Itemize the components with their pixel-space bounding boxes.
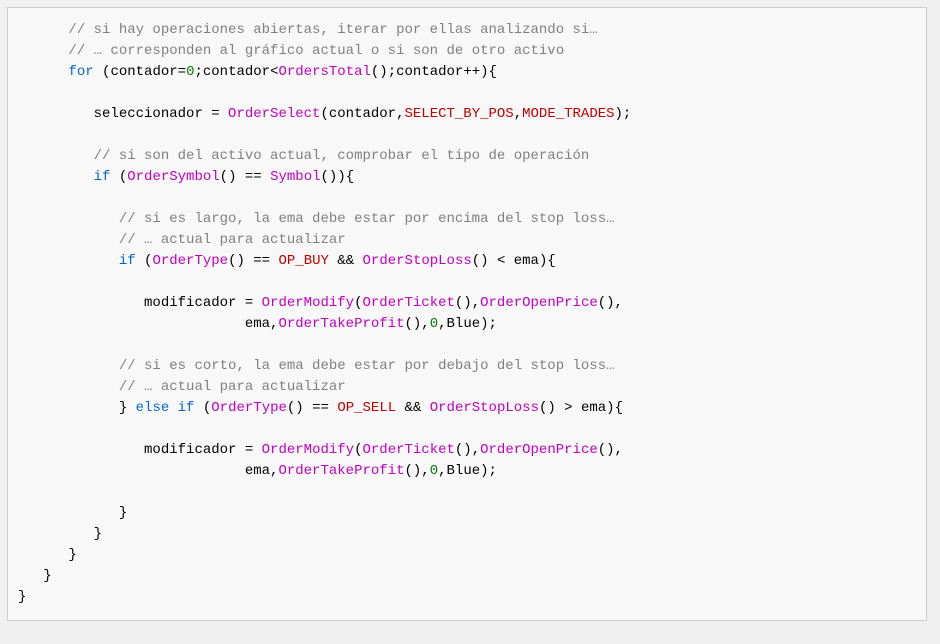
func-call: OrderSymbol (127, 169, 219, 185)
keyword-else: else (136, 400, 170, 416)
indent (18, 232, 119, 248)
indent (18, 505, 119, 521)
indent (18, 568, 43, 584)
indent (18, 526, 94, 542)
code-text: ();contador++){ (371, 64, 497, 80)
indent (18, 169, 94, 185)
func-call: OrderTicket (362, 442, 454, 458)
constant: OP_BUY (279, 253, 329, 269)
func-call: OrderTakeProfit (278, 316, 404, 332)
func-call: OrderTicket (362, 295, 454, 311)
constant: MODE_TRADES (522, 106, 614, 122)
code-block: // si hay operaciones abiertas, iterar p… (7, 7, 927, 621)
code-text: ema, (245, 316, 279, 332)
code-text: ,Blue); (438, 316, 497, 332)
close-brace: } (119, 505, 127, 521)
func-call: OrderOpenPrice (480, 295, 598, 311)
func-call: OrderTakeProfit (278, 463, 404, 479)
code-text: (), (455, 295, 480, 311)
code-text: modificador = (144, 295, 262, 311)
indent (18, 253, 119, 269)
func-call: OrderModify (262, 442, 354, 458)
code-text: && (329, 253, 363, 269)
code-text: (), (598, 442, 623, 458)
code-text: ()){ (321, 169, 355, 185)
keyword-if: if (178, 400, 195, 416)
indent (18, 211, 119, 227)
close-brace: } (94, 526, 102, 542)
comment-line: // si es corto, la ema debe estar por de… (119, 358, 615, 374)
indent (18, 316, 245, 332)
indent (18, 43, 68, 59)
constant: SELECT_BY_POS (404, 106, 513, 122)
code-text: seleccionador = (94, 106, 228, 122)
func-call: OrderOpenPrice (480, 442, 598, 458)
code-text: modificador = (144, 442, 262, 458)
func-call: OrderType (211, 400, 287, 416)
code-text: () > ema){ (539, 400, 623, 416)
keyword-for: for (68, 64, 93, 80)
code-text: () == (228, 253, 278, 269)
close-brace: } (43, 568, 51, 584)
code-text: (contador, (320, 106, 404, 122)
code-text: ( (136, 253, 153, 269)
indent (18, 442, 144, 458)
func-call: OrdersTotal (278, 64, 370, 80)
indent (18, 295, 144, 311)
code-text: ;contador< (194, 64, 278, 80)
comment-line: // … actual para actualizar (119, 232, 346, 248)
code-text: && (396, 400, 430, 416)
comment-line: // … corresponden al gráfico actual o si… (68, 43, 564, 59)
code-text: ,Blue); (438, 463, 497, 479)
code-content: // si hay operaciones abiertas, iterar p… (18, 20, 916, 608)
comment-line: // si hay operaciones abiertas, iterar p… (68, 22, 597, 38)
code-text: () == (220, 169, 270, 185)
func-call: Symbol (270, 169, 320, 185)
func-call: OrderModify (262, 295, 354, 311)
code-text: } (119, 400, 136, 416)
indent (18, 400, 119, 416)
code-text: ( (110, 169, 127, 185)
indent (18, 64, 68, 80)
code-text: (contador= (94, 64, 186, 80)
number-literal: 0 (430, 463, 438, 479)
code-text: , (514, 106, 522, 122)
indent (18, 463, 245, 479)
code-text: ); (615, 106, 632, 122)
code-text (169, 400, 177, 416)
code-text: (), (404, 463, 429, 479)
code-text: (), (598, 295, 623, 311)
code-text: (), (404, 316, 429, 332)
code-text: ( (194, 400, 211, 416)
indent (18, 379, 119, 395)
code-text: (), (455, 442, 480, 458)
keyword-if: if (119, 253, 136, 269)
func-call: OrderType (152, 253, 228, 269)
indent (18, 148, 94, 164)
close-brace: } (18, 589, 26, 605)
indent (18, 547, 68, 563)
func-call: OrderStopLoss (430, 400, 539, 416)
func-call: OrderStopLoss (363, 253, 472, 269)
indent (18, 358, 119, 374)
constant: OP_SELL (337, 400, 396, 416)
code-text: () == (287, 400, 337, 416)
comment-line: // si es largo, la ema debe estar por en… (119, 211, 615, 227)
number-literal: 0 (430, 316, 438, 332)
close-brace: } (68, 547, 76, 563)
comment-line: // … actual para actualizar (119, 379, 346, 395)
comment-line: // si son del activo actual, comprobar e… (94, 148, 590, 164)
func-call: OrderSelect (228, 106, 320, 122)
code-text: ema, (245, 463, 279, 479)
keyword-if: if (94, 169, 111, 185)
indent (18, 22, 68, 38)
indent (18, 106, 94, 122)
code-text: () < ema){ (472, 253, 556, 269)
